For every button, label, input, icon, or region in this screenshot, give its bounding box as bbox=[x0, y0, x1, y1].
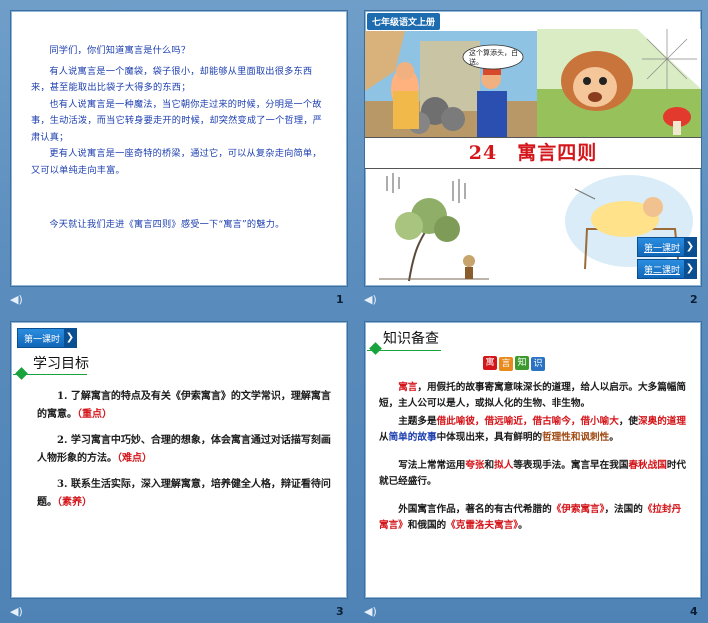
lesson-tag-label: 第一课时 bbox=[24, 335, 61, 345]
chevron-right-icon: ❯ bbox=[64, 329, 76, 347]
theme-simple: 简单的故事 bbox=[388, 432, 437, 443]
slide-4-cell: 知识备查 寓 言 知 识 寓言，用假托的故事寄寓意味深长的道理，给人以启示。大多… bbox=[354, 311, 708, 623]
slide-1-cell: 同学们，你们知道寓言是什么吗？ 有人说寓言是一个魔袋，袋子很小，却能够从里面取出… bbox=[0, 0, 354, 311]
ink-tree-sketch bbox=[379, 173, 489, 282]
works-text-a: 外国寓言作品，著名的有古代希腊的 bbox=[398, 504, 552, 515]
lesson-1-label: 第一课时 bbox=[644, 244, 681, 254]
magic-bag-paragraph: 有人说寓言是一个魔袋，袋子很小，却能够从里面取出很多东西来，甚至能取出比袋子大得… bbox=[31, 65, 313, 94]
works-text-b: ，法国的 bbox=[604, 504, 643, 515]
section-heading: 知识备查 bbox=[383, 331, 439, 347]
section-heading: 学习目标 bbox=[33, 356, 89, 372]
intro-question: 同学们，你们知道寓言是什么吗？ bbox=[49, 45, 191, 56]
badge-char-2: 言 bbox=[499, 357, 513, 371]
technique-paragraph: 写法上常常运用夸张和拟人等表现手法。寓言早在我国春秋战国时代就已经盛行。 bbox=[379, 458, 689, 490]
title-band: 24 寓言四则 bbox=[365, 137, 701, 169]
slide-1[interactable]: 同学们，你们知道寓言是什么吗？ 有人说寓言是一个魔袋，袋子很小，却能够从里面取出… bbox=[10, 10, 348, 287]
speaker-icon[interactable]: ◀) bbox=[364, 605, 377, 618]
bridge-paragraph: 更有人说寓言是一座奇特的桥梁，通过它，可以从复杂走向简单，又可以单纯走向丰富。 bbox=[31, 148, 322, 176]
works-text-c: 和俄国的 bbox=[407, 520, 447, 531]
work-aesop: 《伊索寓言》 bbox=[551, 504, 605, 515]
technique-text-a: 写法上常常运用 bbox=[398, 460, 466, 471]
slide-1-text: 同学们，你们知道寓言是什么吗？ 有人说寓言是一个魔袋，袋子很小，却能够从里面取出… bbox=[31, 43, 326, 234]
objective-3-tag: （素养） bbox=[57, 497, 92, 508]
objective-1: 1. 了解寓言的特点及有关《伊索寓言》的文学常识，理解寓言的寓意。（重点） bbox=[37, 388, 333, 424]
theme-deep: 深奥的道理 bbox=[638, 416, 686, 427]
slide-title: 24 寓言四则 bbox=[468, 142, 598, 164]
lesson-2-button[interactable]: 第二课时 ❯ bbox=[637, 259, 697, 279]
cartoon-lion-illustration bbox=[537, 29, 701, 139]
today-paragraph: 今天就让我们走进《寓言四则》感受一下“寓言”的魅力。 bbox=[49, 219, 285, 230]
chevron-right-icon: ❯ bbox=[684, 260, 696, 278]
badge-char-4: 识 bbox=[531, 357, 545, 371]
theme-highlight: 借此喻彼，借远喻近，借古喻今，借小喻大 bbox=[436, 416, 619, 427]
objectives-list: 1. 了解寓言的特点及有关《伊索寓言》的文学常识，理解寓言的寓意。（重点） 2.… bbox=[37, 388, 333, 512]
theme-text-a: 主题多是 bbox=[398, 416, 437, 427]
technique-text-b: 和 bbox=[484, 460, 495, 471]
slide-number: 2 bbox=[690, 293, 698, 306]
theme-paragraph: 主题多是借此喻彼，借远喻近，借古喻今，借小喻大，使深奥的道理从简单的故事中体现出… bbox=[379, 414, 689, 446]
badge-char-1: 寓 bbox=[483, 356, 497, 370]
objective-2-tag: （难点） bbox=[117, 453, 152, 464]
work-krylov: 《克雷洛夫寓言》 bbox=[446, 520, 519, 531]
objective-1-tag: （重点） bbox=[77, 409, 112, 420]
heading-underline bbox=[13, 374, 87, 375]
slide-3[interactable]: 第一课时 ❯ 学习目标 1. 了解寓言的特点及有关《伊索寓言》的文学常识，理解寓… bbox=[10, 321, 348, 599]
objective-3: 3. 联系生活实际，深入理解寓意，培养健全人格，辩证看待问题。（素养） bbox=[37, 476, 333, 512]
lesson-tag-button[interactable]: 第一课时 ❯ bbox=[17, 328, 77, 348]
slide-4[interactable]: 知识备查 寓 言 知 识 寓言，用假托的故事寄寓意味深长的道理，给人以启示。大多… bbox=[364, 321, 702, 599]
slide-2-cell: 这个算添头，白送。 七年级语文上册 24 寓言四则 第一课时 ❯ 第二课时 ❯ … bbox=[354, 0, 708, 311]
technique-exaggeration: 夸张 bbox=[465, 460, 485, 471]
green-diamond-icon bbox=[369, 342, 382, 355]
theme-text-c: 从 bbox=[379, 432, 389, 443]
objective-2: 2. 学习寓言中巧妙、合理的想象，体会寓言通过对话描写刻画人物形象的方法。（难点… bbox=[37, 432, 333, 468]
technique-text-c: 等表现手法。寓言早在我国 bbox=[513, 460, 629, 471]
heading-underline bbox=[367, 350, 441, 351]
theme-text-b: ，使 bbox=[618, 416, 639, 427]
objective-2-text: 2. 学习寓言中巧妙、合理的想象，体会寓言通过对话描写刻画人物形象的方法。 bbox=[37, 435, 331, 464]
speech-bubble-text: 这个算添头，白送。 bbox=[469, 49, 518, 66]
lesson-1-button[interactable]: 第一课时 ❯ bbox=[637, 237, 697, 257]
term-fable: 寓言 bbox=[398, 382, 418, 393]
definition-text: ，用假托的故事寄寓意味深长的道理，给人以启示。大多篇幅简短，主人公可以是人，或拟… bbox=[379, 382, 686, 409]
works-text-d: 。 bbox=[518, 520, 528, 531]
slide-3-cell: 第一课时 ❯ 学习目标 1. 了解寓言的特点及有关《伊索寓言》的文学常识，理解寓… bbox=[0, 311, 354, 623]
technique-era: 春秋战国 bbox=[628, 460, 667, 471]
chevron-right-icon: ❯ bbox=[684, 238, 696, 256]
definition-paragraph: 寓言，用假托的故事寄寓意味深长的道理，给人以启示。大多篇幅简短，主人公可以是人，… bbox=[379, 380, 689, 412]
theme-trait: 哲理性和讽刺性 bbox=[542, 432, 610, 443]
slide-number: 4 bbox=[690, 605, 698, 618]
badge-char-3: 知 bbox=[515, 356, 529, 370]
knowledge-text: 寓言，用假托的故事寄寓意味深长的道理，给人以启示。大多篇幅简短，主人公可以是人，… bbox=[379, 380, 689, 534]
works-paragraph: 外国寓言作品，著名的有古代希腊的《伊索寓言》，法国的《拉封丹寓言》和俄国的《克雷… bbox=[379, 502, 689, 534]
speaker-icon[interactable]: ◀) bbox=[10, 293, 23, 306]
knowledge-badge: 寓 言 知 识 bbox=[483, 356, 545, 372]
slide-2[interactable]: 这个算添头，白送。 七年级语文上册 24 寓言四则 第一课时 ❯ 第二课时 ❯ bbox=[364, 10, 702, 287]
slide-number: 3 bbox=[336, 605, 344, 618]
magic-paragraph: 也有人说寓言是一种魔法，当它朝你走过来的时候，分明是一个故事，生动活泼，而当它转… bbox=[31, 98, 323, 143]
technique-personification: 拟人 bbox=[494, 460, 514, 471]
speaker-icon[interactable]: ◀) bbox=[10, 605, 23, 618]
theme-text-d: 中体现出来，具有鲜明的 bbox=[436, 432, 543, 443]
theme-text-e: 。 bbox=[609, 432, 619, 443]
lesson-2-label: 第二课时 bbox=[644, 266, 681, 276]
grade-tag: 七年级语文上册 bbox=[367, 13, 441, 30]
speaker-icon[interactable]: ◀) bbox=[364, 293, 377, 306]
slide-number: 1 bbox=[336, 293, 344, 306]
